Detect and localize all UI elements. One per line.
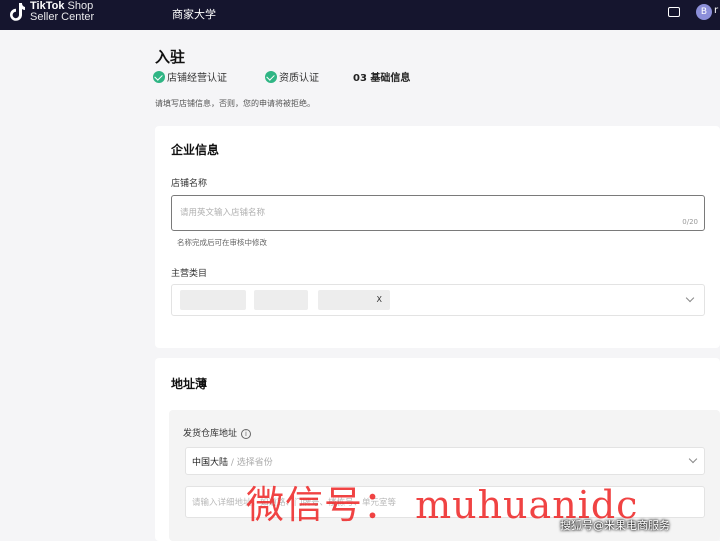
category-label: 主营类目 (171, 269, 208, 279)
step-qualification: 资质认证 (265, 71, 319, 87)
char-counter: 0/20 (682, 218, 698, 226)
account-name[interactable]: r (714, 5, 718, 16)
main-category-select[interactable]: X (171, 284, 705, 316)
section-title-company: 企业信息 (171, 143, 220, 157)
region-select[interactable]: 中国大陆 / 选择省份 (185, 447, 705, 475)
shop-name-label: 店铺名称 (171, 179, 208, 189)
chevron-down-icon (685, 293, 695, 303)
logo-subtitle: Seller Center (30, 11, 95, 23)
step-basic-info: 03 基础信息 (353, 73, 411, 84)
step-label: 店铺经营认证 (167, 73, 227, 84)
category-chip[interactable] (254, 290, 308, 310)
region-value: 中国大陆 / 选择省份 (192, 455, 273, 468)
message-icon[interactable] (668, 7, 680, 17)
seller-center-logo[interactable]: TikTok Shop Seller Center (30, 1, 94, 23)
info-icon[interactable]: i (241, 429, 252, 439)
source-credit: 搜狐号@米果电商服务 (560, 519, 670, 532)
region-country: 中国大陆 (192, 458, 229, 468)
step-label: 资质认证 (279, 73, 319, 84)
tiktok-logo-icon (10, 3, 25, 21)
category-chip[interactable]: X (318, 290, 390, 310)
warehouse-label-text: 发货仓库地址 (183, 429, 238, 439)
chevron-down-icon (688, 454, 698, 464)
region-province: / 选择省份 (230, 458, 273, 468)
company-info-card: 企业信息 店铺名称 请用英文输入店铺名称 0/20 名称完成后可在审核中修改 主… (155, 126, 720, 348)
nav-seller-university[interactable]: 商家大学 (172, 6, 216, 22)
chip-remove-icon[interactable]: X (377, 290, 382, 310)
shop-name-input[interactable]: 请用英文输入店铺名称 0/20 (171, 195, 705, 231)
section-title-address: 地址薄 (171, 377, 208, 391)
category-chip[interactable] (180, 290, 246, 310)
shop-name-helper: 名称完成后可在审核中修改 (177, 238, 267, 247)
step-shop-verification: 店铺经营认证 (153, 71, 227, 87)
intro-text: 请填写店铺信息，否则，您的申请将被拒绝。 (155, 99, 315, 108)
warehouse-label: 发货仓库地址 i (183, 426, 252, 439)
page-title: 入驻 (155, 48, 186, 66)
avatar[interactable]: B (696, 4, 712, 20)
check-circle-icon (153, 71, 165, 83)
shop-name-placeholder: 请用英文输入店铺名称 (180, 208, 266, 218)
check-circle-icon (265, 71, 277, 83)
top-navigation-bar: TikTok Shop Seller Center 商家大学 B r (0, 0, 720, 30)
